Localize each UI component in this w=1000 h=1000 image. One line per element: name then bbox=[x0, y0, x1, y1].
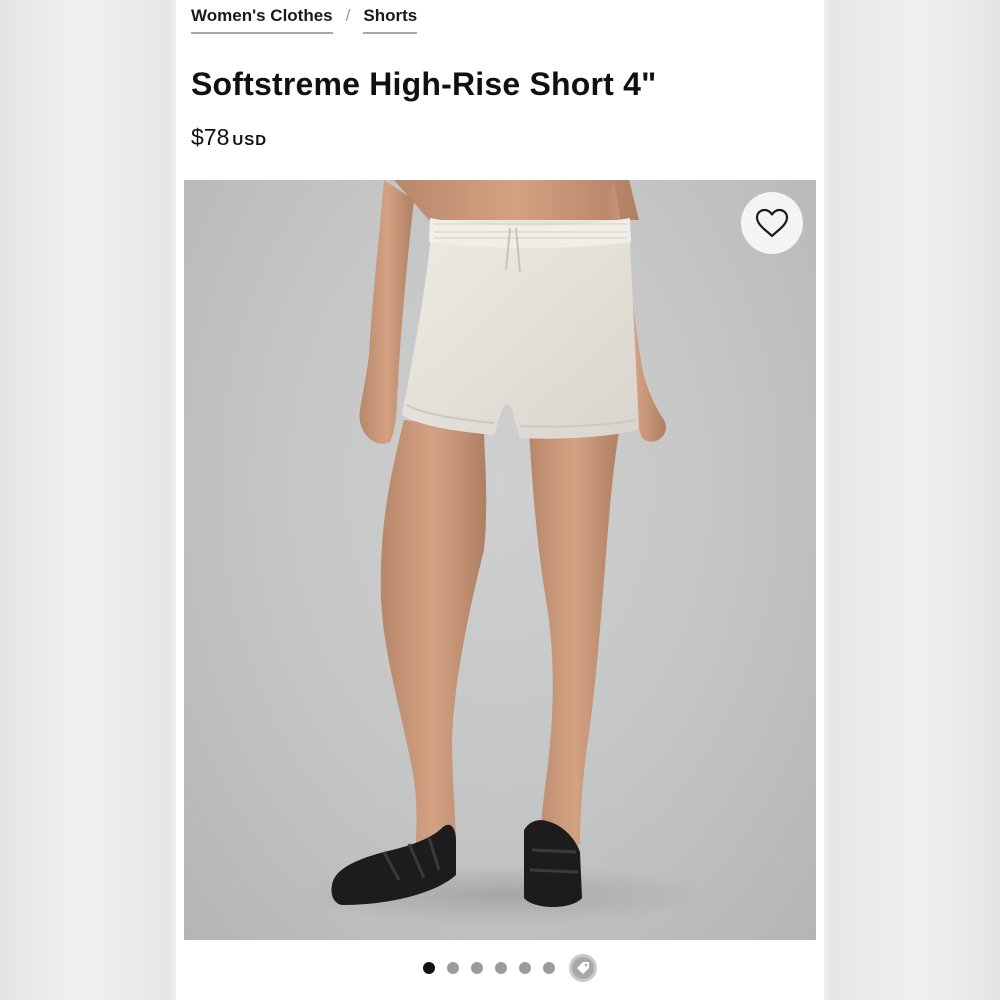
breadcrumb-separator: / bbox=[345, 6, 351, 25]
carousel-dot-6[interactable] bbox=[543, 962, 555, 974]
carousel-dot-1[interactable] bbox=[423, 962, 435, 974]
product-screen: Women's Clothes / Shorts Softstreme High… bbox=[176, 0, 824, 1000]
carousel-dot-3[interactable] bbox=[471, 962, 483, 974]
breadcrumb-womens-clothes[interactable]: Women's Clothes bbox=[191, 6, 333, 34]
price-currency: USD bbox=[232, 132, 268, 149]
tag-icon bbox=[577, 962, 589, 974]
product-photo bbox=[294, 180, 714, 925]
favorite-button[interactable] bbox=[741, 192, 803, 254]
carousel-dot-4[interactable] bbox=[495, 962, 507, 974]
carousel-tag-button[interactable] bbox=[569, 954, 597, 982]
product-title: Softstreme High-Rise Short 4" bbox=[191, 66, 657, 102]
price-amount: $78 bbox=[191, 124, 230, 150]
carousel-dot-2[interactable] bbox=[447, 962, 459, 974]
breadcrumb: Women's Clothes / Shorts bbox=[191, 6, 418, 34]
image-carousel-dots bbox=[176, 953, 824, 983]
product-price: $78 USD bbox=[191, 124, 267, 151]
product-image[interactable] bbox=[184, 180, 816, 940]
heart-outline-icon bbox=[755, 208, 789, 238]
breadcrumb-shorts[interactable]: Shorts bbox=[363, 6, 418, 34]
carousel-dot-5[interactable] bbox=[519, 962, 531, 974]
